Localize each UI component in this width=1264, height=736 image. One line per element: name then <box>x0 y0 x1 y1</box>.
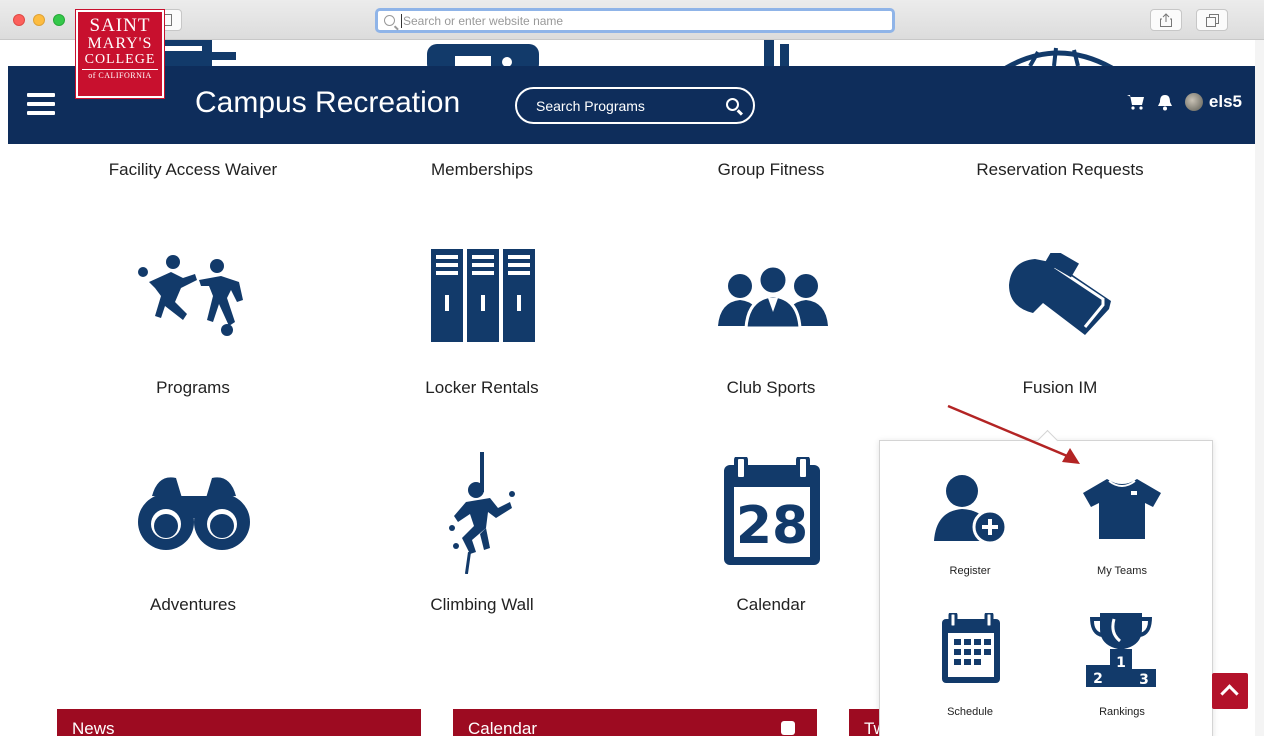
gear-icon[interactable] <box>781 721 795 735</box>
cart-icon[interactable] <box>1126 94 1145 110</box>
user-toolbar: els5 <box>1126 92 1242 112</box>
calendar-icon[interactable]: 28 <box>722 457 822 567</box>
schedule-calendar-icon[interactable] <box>940 613 1002 685</box>
search-icon <box>384 15 395 26</box>
calendar-panel-title: Calendar <box>468 719 537 736</box>
tile-label-adventures[interactable]: Adventures <box>48 595 338 615</box>
share-icon <box>1160 13 1172 27</box>
hamburger-menu-button[interactable] <box>27 93 55 115</box>
popup-label-rankings[interactable]: Rankings <box>1052 706 1192 718</box>
tile-label-facility-access-waiver[interactable]: Facility Access Waiver <box>48 160 338 180</box>
text-caret <box>401 13 402 28</box>
whistle-icon[interactable] <box>1007 253 1113 337</box>
page-scrollbar[interactable] <box>1255 40 1264 736</box>
close-window-button[interactable] <box>13 14 25 26</box>
news-panel-header: News <box>57 709 421 736</box>
address-bar[interactable]: Search or enter website name <box>375 8 895 33</box>
fusion-im-popup-menu: Register My Teams Schedule 2 1 3 Ranking… <box>879 440 1213 736</box>
search-placeholder: Search Programs <box>536 97 645 114</box>
site-header: Campus Recreation Search Programs els5 <box>8 66 1255 144</box>
logo-line-4: of CALIFORNIA <box>82 69 158 82</box>
twitter-panel-header: Tw <box>849 709 879 736</box>
podium-first: 1 <box>1116 655 1126 671</box>
sports-players-icon[interactable] <box>135 252 253 340</box>
search-programs-input[interactable]: Search Programs <box>515 87 755 124</box>
news-panel-title: News <box>72 719 115 736</box>
browser-toolbar: ‹ › Search or enter website name <box>0 0 1264 40</box>
logo-line-3: COLLEGE <box>84 52 156 67</box>
popup-label-my-teams[interactable]: My Teams <box>1052 565 1192 577</box>
tile-label-programs[interactable]: Programs <box>48 378 338 398</box>
climber-icon[interactable] <box>446 452 518 574</box>
podium-third: 3 <box>1139 672 1149 687</box>
calendar-panel-header: Calendar <box>453 709 817 736</box>
tile-label-locker-rentals[interactable]: Locker Rentals <box>337 378 627 398</box>
tile-label-climbing-wall[interactable]: Climbing Wall <box>337 595 627 615</box>
minimize-window-button[interactable] <box>33 14 45 26</box>
avatar[interactable] <box>1184 93 1203 111</box>
calendar-day: 28 <box>736 496 808 556</box>
college-logo[interactable]: SAINT MARY'S COLLEGE of CALIFORNIA <box>75 9 165 99</box>
twitter-panel-title: Tw <box>864 719 879 736</box>
jersey-icon[interactable] <box>1083 477 1161 539</box>
logo-line-2: MARY'S <box>87 35 153 52</box>
tile-label-memberships[interactable]: Memberships <box>337 160 627 180</box>
trophy-icon[interactable]: 2 1 3 <box>1086 611 1156 687</box>
username[interactable]: els5 <box>1209 92 1242 112</box>
tile-label-calendar[interactable]: Calendar <box>626 595 916 615</box>
site-title[interactable]: Campus Recreation <box>195 86 460 120</box>
tile-label-group-fitness[interactable]: Group Fitness <box>626 160 916 180</box>
podium-second: 2 <box>1093 671 1103 687</box>
tile-label-fusion-im[interactable]: Fusion IM <box>915 378 1205 398</box>
zoom-window-button[interactable] <box>53 14 65 26</box>
address-placeholder: Search or enter website name <box>403 13 564 28</box>
annotation-arrow <box>947 404 1080 464</box>
lockers-icon[interactable] <box>431 249 535 342</box>
back-to-top-button[interactable] <box>1212 673 1248 709</box>
popup-label-register[interactable]: Register <box>900 565 1040 577</box>
logo-line-1: SAINT <box>89 15 151 36</box>
tabs-overview-button[interactable] <box>1196 9 1228 31</box>
binoculars-icon[interactable] <box>138 474 250 550</box>
tile-label-reservation-requests[interactable]: Reservation Requests <box>915 160 1205 180</box>
register-user-icon[interactable] <box>934 471 1010 547</box>
tabs-icon <box>1205 13 1219 27</box>
tile-label-club-sports[interactable]: Club Sports <box>626 378 916 398</box>
group-people-icon[interactable] <box>718 264 828 328</box>
share-button[interactable] <box>1150 9 1182 31</box>
search-icon[interactable] <box>726 98 739 111</box>
popup-label-schedule[interactable]: Schedule <box>900 706 1040 718</box>
bell-icon[interactable] <box>1157 94 1173 111</box>
